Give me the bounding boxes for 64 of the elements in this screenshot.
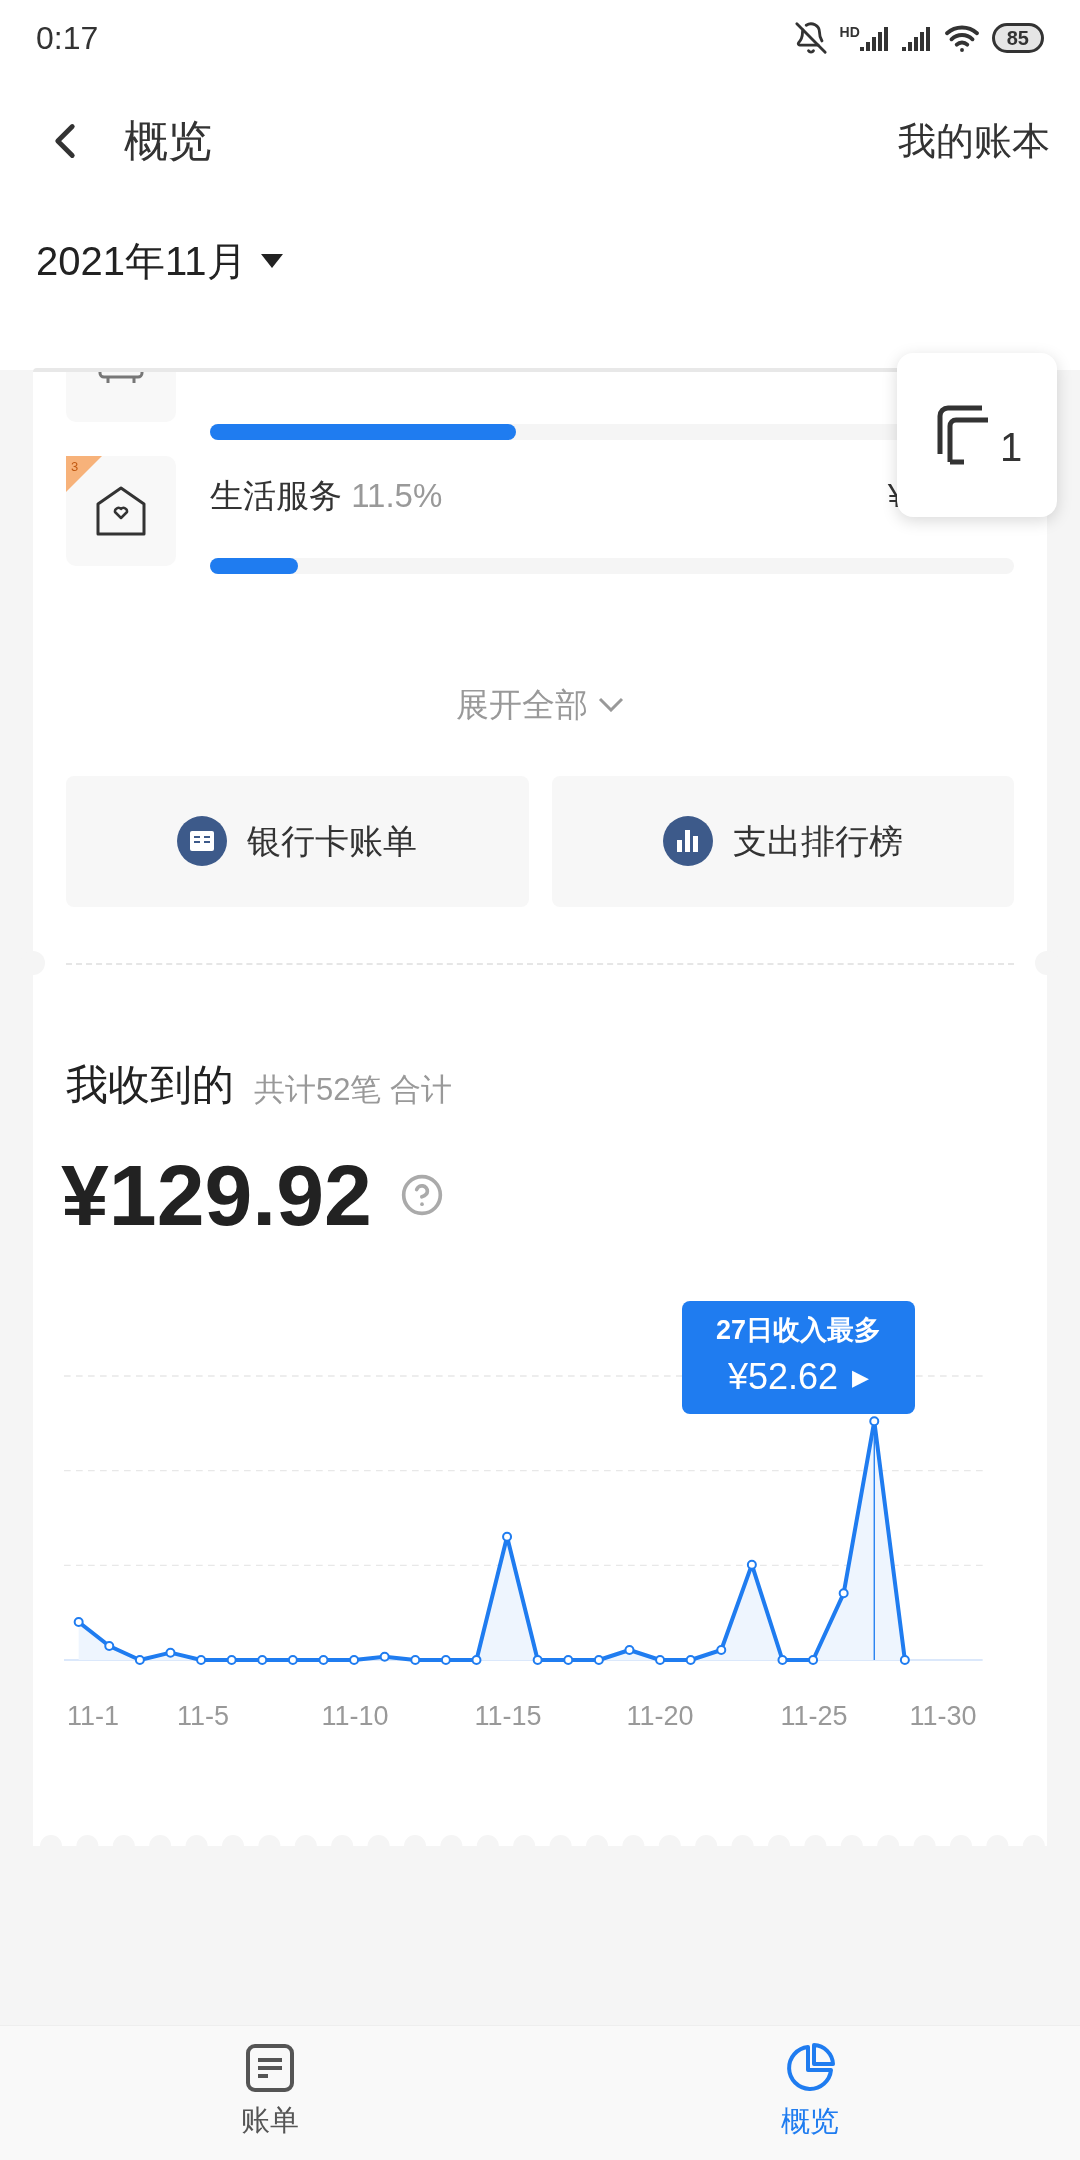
tooltip-arrow: ▶ [852, 1363, 870, 1392]
card-icon [177, 816, 228, 866]
data-point [808, 1654, 819, 1665]
data-point [73, 1616, 84, 1627]
network-label: HD [839, 25, 860, 39]
rank-badge [66, 456, 102, 492]
floating-copy-button[interactable]: 1 [897, 353, 1057, 517]
data-point [379, 1651, 390, 1662]
data-point [899, 1654, 910, 1665]
nav-tab[interactable]: 概览 [540, 2026, 1080, 2160]
bell-off-icon [793, 21, 828, 55]
month-picker[interactable]: 2021年11月 [36, 231, 283, 291]
data-point [471, 1654, 482, 1665]
rank-number: 3 [71, 458, 79, 476]
x-axis-label: 11-1 [67, 1699, 119, 1733]
help-icon [399, 1172, 444, 1217]
x-axis-label: 11-20 [626, 1699, 694, 1733]
x-axis-label: 11-30 [909, 1699, 977, 1733]
data-point [196, 1654, 207, 1665]
x-axis-label: 11-15 [474, 1699, 542, 1733]
data-point [563, 1654, 574, 1665]
data-point [502, 1531, 513, 1542]
data-point [655, 1654, 666, 1665]
category-name: 生活服务 11.5% [210, 475, 443, 516]
data-point [349, 1654, 360, 1665]
data-point [869, 1415, 880, 1426]
x-axis-label: 11-10 [321, 1699, 389, 1733]
list-icon [245, 2043, 295, 2094]
shortcut-button[interactable]: 银行卡账单 [66, 775, 529, 907]
data-point [593, 1654, 604, 1665]
tooltip-value: ¥52.62 [727, 1355, 839, 1400]
shortcut-button[interactable]: 支出排行榜 [551, 775, 1014, 907]
data-point [685, 1654, 696, 1665]
data-point [440, 1654, 451, 1665]
data-point [134, 1654, 145, 1665]
dropdown-icon [260, 254, 283, 268]
data-point [318, 1654, 329, 1665]
x-axis-label: 11-25 [780, 1699, 848, 1733]
data-point [716, 1644, 727, 1655]
signal-icon [859, 25, 890, 51]
data-point [257, 1654, 268, 1665]
data-point [226, 1654, 237, 1665]
battery-icon: 85 [991, 23, 1044, 53]
nav-tab[interactable]: 账单 [0, 2026, 540, 2160]
tooltip-title: 27日收入最多 [715, 1313, 881, 1347]
chevron-down-icon [598, 697, 624, 713]
signal-icon [901, 25, 932, 51]
data-point [165, 1647, 176, 1658]
data-point [532, 1654, 543, 1665]
data-point [746, 1559, 757, 1570]
data-point [624, 1644, 635, 1655]
income-title: 我收到的 [66, 1059, 234, 1110]
data-point [410, 1654, 421, 1665]
page-title: 概览 [124, 115, 212, 167]
data-point [777, 1654, 788, 1665]
income-summary: 共计52笔 合计 [254, 1071, 453, 1109]
my-ledger-link[interactable]: 我的账本 [898, 112, 1050, 170]
status-time: 0:17 [36, 19, 99, 58]
data-point [287, 1654, 298, 1665]
income-total: ¥129.92 [61, 1151, 372, 1238]
bar-chart-icon [662, 816, 713, 866]
data-point [838, 1587, 849, 1598]
data-point [104, 1640, 115, 1651]
x-axis-label: 11-5 [177, 1699, 229, 1733]
